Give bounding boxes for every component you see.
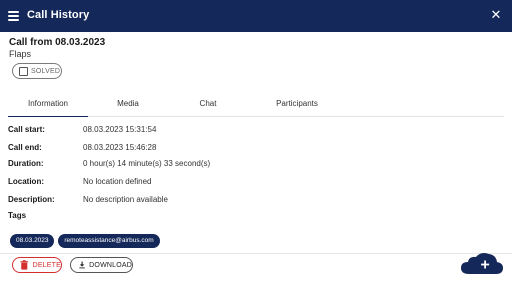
trash-icon bbox=[20, 260, 29, 270]
call-title: Call from 08.03.2023 bbox=[9, 37, 106, 48]
duration-label: Duration: bbox=[8, 159, 44, 168]
delete-button[interactable]: DELETE bbox=[12, 257, 62, 273]
call-end-value: 08.03.2023 15:46:28 bbox=[83, 143, 157, 152]
delete-label: DELETE bbox=[32, 261, 61, 269]
tags-label: Tags bbox=[8, 211, 27, 220]
location-value: No location defined bbox=[83, 177, 152, 186]
add-cloud-button[interactable] bbox=[461, 251, 503, 275]
tab-bar: Information Media Chat Participants bbox=[8, 93, 504, 117]
solved-toggle[interactable]: SOLVED bbox=[12, 63, 62, 79]
tab-participants[interactable]: Participants bbox=[250, 93, 344, 117]
menu-icon[interactable] bbox=[8, 9, 19, 23]
tab-media[interactable]: Media bbox=[88, 93, 168, 117]
call-end-label: Call end: bbox=[8, 143, 42, 152]
tag-chip[interactable]: remoteassistance@airbus.com bbox=[58, 234, 160, 248]
download-button[interactable]: DOWNLOAD bbox=[70, 257, 133, 273]
description-value: No description available bbox=[83, 195, 168, 204]
call-start-label: Call start: bbox=[8, 125, 45, 134]
checkbox-icon[interactable] bbox=[19, 66, 28, 76]
call-start-value: 08.03.2023 15:31:54 bbox=[83, 125, 157, 134]
call-subtitle: Flaps bbox=[9, 49, 32, 59]
app-bar: Call History ✕ bbox=[0, 0, 512, 32]
download-icon bbox=[79, 261, 85, 269]
close-icon[interactable]: ✕ bbox=[490, 8, 502, 22]
duration-value: 0 hour(s) 14 minute(s) 33 second(s) bbox=[83, 159, 211, 168]
app-title: Call History bbox=[27, 9, 90, 21]
tab-chat[interactable]: Chat bbox=[166, 93, 250, 117]
solved-label: SOLVED bbox=[31, 67, 61, 75]
tab-information[interactable]: Information bbox=[8, 93, 88, 117]
description-label: Description: bbox=[8, 195, 55, 204]
tag-chip[interactable]: 08.03.2023 bbox=[10, 234, 54, 248]
location-label: Location: bbox=[8, 177, 44, 186]
divider bbox=[0, 253, 512, 254]
download-label: DOWNLOAD bbox=[89, 261, 132, 269]
